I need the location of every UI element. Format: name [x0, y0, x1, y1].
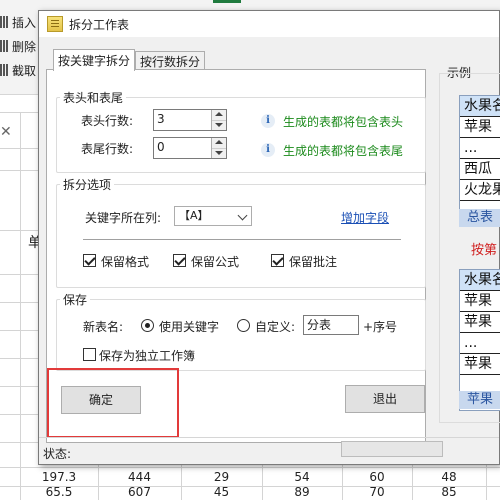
- footer-rows-label: 表尾行数:: [81, 142, 134, 156]
- example-caption: 按第: [471, 243, 498, 258]
- use-keyword-radio[interactable]: [141, 319, 154, 332]
- keyword-column-select[interactable]: 【A】: [174, 206, 252, 226]
- keep-comments-label: 保留批注: [289, 255, 338, 269]
- footer-rows-stepper[interactable]: 0: [153, 137, 227, 159]
- status-label: 状态:: [43, 447, 72, 461]
- example-sheet-tab-total: 总表: [459, 209, 500, 227]
- example-row: 水果名: [460, 96, 500, 117]
- keep-formula-label: 保留公式: [191, 255, 240, 269]
- footer-hint: 生成的表都将包含表尾: [283, 144, 404, 158]
- example-row: 苹果: [460, 291, 500, 312]
- header-rows-label: 表头行数:: [81, 114, 134, 128]
- cell[interactable]: 607: [98, 482, 181, 502]
- cell[interactable]: 70: [342, 482, 412, 502]
- example-row: 苹果: [460, 117, 500, 138]
- ribbon-accent: [213, 0, 241, 3]
- use-keyword-label: 使用关键字: [159, 320, 220, 334]
- truncate-icon: [0, 64, 8, 76]
- example-table-apple: 水果名 苹果 苹果 ... 苹果: [459, 269, 500, 411]
- split-sheet-dialog: 拆分工作表 按关键字拆分 按行数拆分 表头和表尾 表头行数: 3 i 生成的表都…: [38, 10, 500, 465]
- divider: [83, 239, 401, 240]
- keyword-column-label: 关键字所在列:: [85, 211, 162, 225]
- highlight-box: [47, 368, 179, 438]
- independent-workbook-checkbox[interactable]: [83, 348, 96, 361]
- example-row: 火龙果: [460, 180, 500, 201]
- example-row: ...: [460, 333, 500, 354]
- ribbon-insert-label: 插入: [12, 15, 37, 30]
- header-footer-legend: 表头和表尾: [63, 91, 124, 105]
- app-icon: [47, 16, 63, 32]
- close-icon[interactable]: ✕: [0, 124, 12, 140]
- add-field-link[interactable]: 增加字段: [341, 209, 389, 226]
- chevron-down-icon: [237, 210, 248, 221]
- stepper-up-icon[interactable]: [212, 110, 226, 120]
- progress-bar: [341, 441, 443, 457]
- header-hint: 生成的表都将包含表头: [283, 115, 404, 129]
- save-legend: 保存: [63, 293, 88, 307]
- keep-comments-checkbox[interactable]: [271, 254, 284, 267]
- insert-icon: [0, 16, 8, 28]
- example-table-total: 水果名 苹果 ... 西瓜 火龙果: [459, 95, 500, 223]
- split-options-group: 拆分选项: [56, 176, 426, 288]
- grid-line: [20, 112, 21, 500]
- keep-format-label: 保留格式: [101, 255, 150, 269]
- ribbon-truncate[interactable]: 截取: [0, 60, 36, 80]
- independent-workbook-label: 保存为独立工作簿: [99, 349, 196, 363]
- custom-name-radio[interactable]: [237, 319, 250, 332]
- example-row: 水果名: [460, 270, 500, 291]
- dialog-title: 拆分工作表: [69, 17, 130, 32]
- custom-name-input[interactable]: 分表: [303, 315, 359, 335]
- ribbon-insert[interactable]: 插入: [0, 12, 36, 32]
- keep-format-checkbox[interactable]: [83, 254, 96, 267]
- keyword-column-value: 【A】: [179, 209, 209, 222]
- cell[interactable]: 89: [262, 482, 342, 502]
- tab-row-split[interactable]: 按行数拆分: [135, 51, 205, 71]
- example-row: 苹果: [460, 354, 500, 375]
- ribbon-delete-label: 删除: [12, 39, 37, 54]
- stepper-up-icon[interactable]: [212, 138, 226, 148]
- ribbon-delete[interactable]: 删除: [0, 36, 36, 56]
- info-icon: i: [261, 114, 275, 128]
- ribbon-truncate-label: 截取: [12, 63, 37, 78]
- cell[interactable]: 45: [181, 482, 262, 502]
- custom-name-label: 自定义:: [255, 320, 296, 334]
- delete-icon: [0, 40, 8, 52]
- header-rows-value[interactable]: 3: [154, 110, 211, 130]
- example-row: ...: [460, 138, 500, 159]
- example-row: 西瓜: [460, 159, 500, 180]
- cell[interactable]: 85: [412, 482, 486, 502]
- suffix-label: +序号: [363, 320, 398, 334]
- header-rows-stepper[interactable]: 3: [153, 109, 227, 131]
- exit-button[interactable]: 退出: [345, 385, 425, 413]
- cell[interactable]: 65.5: [20, 482, 98, 502]
- example-sheet-tab-apple: 苹果: [459, 391, 500, 409]
- keep-formula-checkbox[interactable]: [173, 254, 186, 267]
- example-row: 苹果: [460, 312, 500, 333]
- dialog-titlebar[interactable]: 拆分工作表: [39, 11, 499, 37]
- header-footer-group: 表头和表尾: [56, 89, 426, 173]
- tab-keyword-split[interactable]: 按关键字拆分: [53, 49, 135, 71]
- new-table-name-label: 新表名:: [83, 320, 124, 334]
- status-divider: [39, 437, 499, 438]
- stepper-down-icon[interactable]: [212, 147, 226, 158]
- stepper-down-icon[interactable]: [212, 119, 226, 130]
- footer-rows-value[interactable]: 0: [154, 138, 211, 158]
- split-options-legend: 拆分选项: [63, 178, 112, 192]
- info-icon: i: [261, 143, 275, 157]
